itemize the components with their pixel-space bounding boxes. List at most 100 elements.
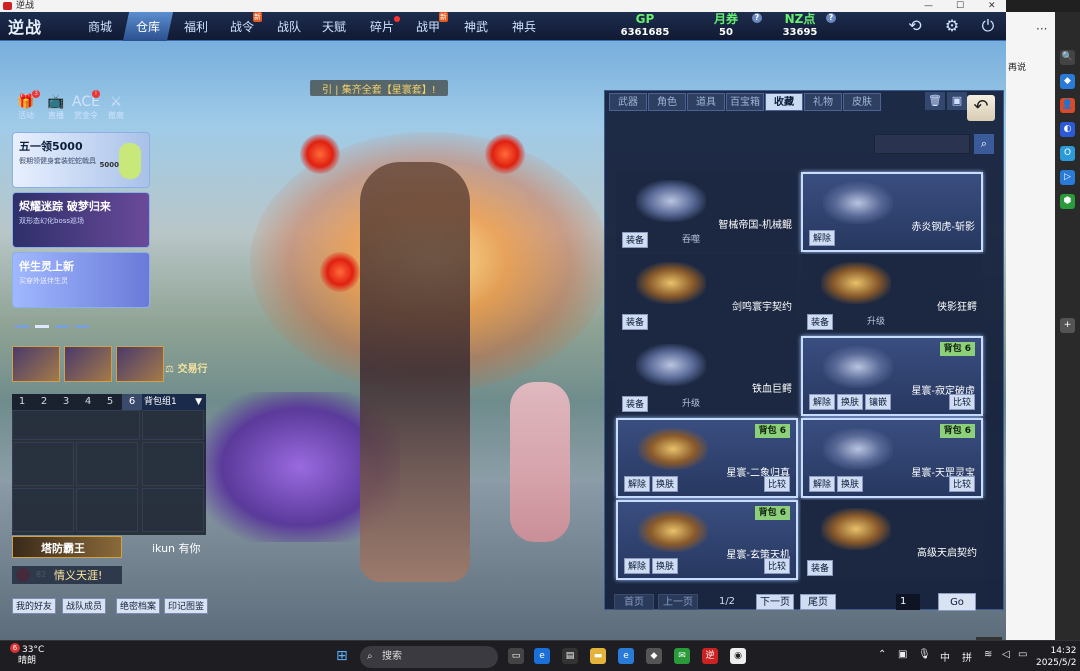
go-button[interactable]: Go — [938, 593, 976, 611]
item-action-button[interactable]: 装备 — [807, 314, 834, 330]
item-action-button[interactable]: 装备 — [807, 560, 834, 576]
nav-tab-8[interactable]: 神武 — [464, 18, 488, 35]
panel-tab-1[interactable]: 角色 — [648, 93, 686, 111]
avatar[interactable] — [116, 346, 164, 382]
nav-tab-5[interactable]: 天赋 — [322, 18, 346, 35]
volume-icon[interactable]: ◁ — [1002, 649, 1010, 660]
item-action-button[interactable]: 换肤 — [652, 558, 679, 574]
promo-banner-1[interactable]: 五一领5000 假期领健身套装蛇蛇戟具 5000 — [12, 132, 150, 188]
bag-number-2[interactable]: 2 — [34, 394, 54, 410]
wechat-icon[interactable]: ✉ — [674, 648, 690, 664]
item-action-button[interactable]: 装备 — [622, 396, 649, 412]
item-action-button[interactable]: 解除 — [624, 558, 651, 574]
app-icon[interactable]: ◉ — [730, 648, 746, 664]
folder-icon[interactable]: ▬ — [590, 648, 606, 664]
next-page-button[interactable]: 下一页 — [756, 594, 794, 610]
left-icon-1[interactable]: 📺 直播 — [42, 94, 70, 121]
weather-widget[interactable]: 6 33°C 晴朗 — [10, 643, 44, 667]
nav-tab-3[interactable]: 战令新 — [230, 12, 263, 35]
item-action-button[interactable]: 解除 — [809, 394, 836, 410]
item-card[interactable]: 侠影狂鳄 装备 升级 — [801, 254, 983, 334]
back-button[interactable]: ↶ — [967, 95, 995, 121]
trade-button[interactable]: ⚖ 交易行 — [165, 360, 207, 375]
mic-icon[interactable]: 🎙 — [918, 649, 931, 660]
bottom-button-3[interactable]: 印记图鉴 — [164, 598, 209, 614]
left-icon-0[interactable]: 🎁 活动 3 — [12, 90, 40, 121]
bag-number-6[interactable]: 6 — [122, 394, 142, 410]
item-card[interactable]: 高级天启契约 装备 — [801, 500, 983, 580]
minimize-button[interactable]: — — [924, 0, 933, 12]
avatar[interactable] — [64, 346, 112, 382]
nav-tab-1[interactable]: 仓库 — [122, 12, 174, 41]
panel-tab-4[interactable]: 收藏 — [765, 93, 803, 111]
promo-banner-2[interactable]: 烬耀迷踪 破梦归来 双形态幻化boss巡场 — [12, 192, 150, 248]
sidebar-icon-6[interactable]: ⬢ — [1060, 194, 1075, 209]
panel-tab-2[interactable]: 道具 — [687, 93, 725, 111]
chevron-up-icon[interactable]: ⌃ — [878, 649, 886, 660]
ime-indicator[interactable]: 中 — [940, 649, 950, 664]
sidebar-icon-1[interactable]: ◆ — [1060, 74, 1075, 89]
grid-slot[interactable] — [12, 488, 74, 532]
sidebar-icon-0[interactable]: 🔍 — [1060, 50, 1075, 65]
item-status-text[interactable]: 升级 — [682, 396, 700, 412]
item-card[interactable]: 星寰-玄策天机 背包 6 解除 换肤 比较 — [616, 500, 798, 580]
avatar[interactable] — [12, 346, 60, 382]
item-action-button[interactable]: 解除 — [809, 476, 836, 492]
sidebar-icon-7[interactable]: + — [1060, 318, 1075, 333]
page-input[interactable]: 1 — [896, 594, 920, 610]
search-icon[interactable]: ⌕ — [974, 134, 994, 154]
nav-tab-6[interactable]: 碎片 — [370, 16, 401, 35]
edge-icon[interactable]: e — [618, 648, 634, 664]
item-card[interactable]: 星寰-二象归真 背包 6 解除 换肤 比较 — [616, 418, 798, 498]
item-card[interactable]: 铁血巨鳄 装备 升级 — [616, 336, 798, 416]
item-card[interactable]: 剑鸣寰宇契约 装备 — [616, 254, 798, 334]
item-card[interactable]: 星寰-天罡灵宝 背包 6 解除 换肤 比较 — [801, 418, 983, 498]
battery-icon[interactable]: ▭ — [1018, 649, 1027, 660]
tray-icon[interactable]: ▣ — [898, 649, 907, 660]
nav-tab-9[interactable]: 神兵 — [512, 18, 536, 35]
panel-tab-5[interactable]: 礼物 — [804, 93, 842, 111]
grid-slot[interactable] — [142, 442, 204, 486]
taskbar-search[interactable]: ⌕ 搜索 — [360, 646, 498, 668]
prev-page-button[interactable]: 上一页 — [658, 594, 698, 610]
grid-slot[interactable] — [142, 410, 204, 440]
grid-slot[interactable] — [12, 442, 74, 486]
sidebar-icon-4[interactable]: O — [1060, 146, 1075, 161]
gear-icon[interactable]: ⚙ — [942, 16, 962, 36]
item-card[interactable]: 智械帝国-机械鲲 装备 吞噬 — [616, 172, 798, 252]
bag-number-1[interactable]: 1 — [12, 394, 32, 410]
item-action-button[interactable]: 解除 — [624, 476, 651, 492]
maximize-button[interactable]: ☐ — [956, 0, 964, 12]
wifi-icon[interactable]: ≋ — [984, 649, 992, 660]
item-action-button[interactable]: 换肤 — [837, 476, 864, 492]
bag-number-4[interactable]: 4 — [78, 394, 98, 410]
sidebar-icon-2[interactable]: 👤 — [1060, 98, 1075, 113]
item-action-button[interactable]: 镶嵌 — [865, 394, 892, 410]
sidebar-icon-5[interactable]: ▷ — [1060, 170, 1075, 185]
first-page-button[interactable]: 首页 — [614, 594, 654, 610]
panel-tab-6[interactable]: 皮肤 — [843, 93, 881, 111]
panel-tab-0[interactable]: 武器 — [609, 93, 647, 111]
item-action-button[interactable]: 换肤 — [652, 476, 679, 492]
item-action-button[interactable]: 装备 — [622, 232, 649, 248]
app-icon[interactable]: ◆ — [646, 648, 662, 664]
promo-banner-3[interactable]: 伴生灵上新 买穿外送伴生灵 — [12, 252, 150, 308]
left-icon-2[interactable]: ACE 赏金令! — [72, 90, 100, 121]
item-action-button[interactable]: 装备 — [622, 314, 649, 330]
bag-number-5[interactable]: 5 — [100, 394, 120, 410]
compare-button[interactable]: 比较 — [948, 394, 975, 410]
character-switch-icon[interactable]: ▣ — [947, 92, 967, 110]
trash-icon[interactable]: 🗑 — [925, 92, 945, 110]
edge-icon[interactable]: e — [534, 648, 550, 664]
info-icon[interactable]: ? — [826, 13, 836, 23]
close-button[interactable]: ✕ — [988, 0, 996, 12]
item-status-text[interactable]: 升级 — [867, 314, 885, 330]
grid-slot[interactable] — [142, 488, 204, 532]
bottom-button-1[interactable]: 战队成员 — [62, 598, 107, 614]
item-status-text[interactable]: 吞噬 — [682, 232, 700, 248]
grid-slot[interactable] — [76, 442, 138, 486]
promo-pager-dots[interactable] — [12, 320, 150, 328]
app-icon[interactable]: ▤ — [562, 648, 578, 664]
refresh-icon[interactable]: ⟲ — [905, 16, 925, 36]
task-view-icon[interactable]: ▭ — [508, 648, 524, 664]
